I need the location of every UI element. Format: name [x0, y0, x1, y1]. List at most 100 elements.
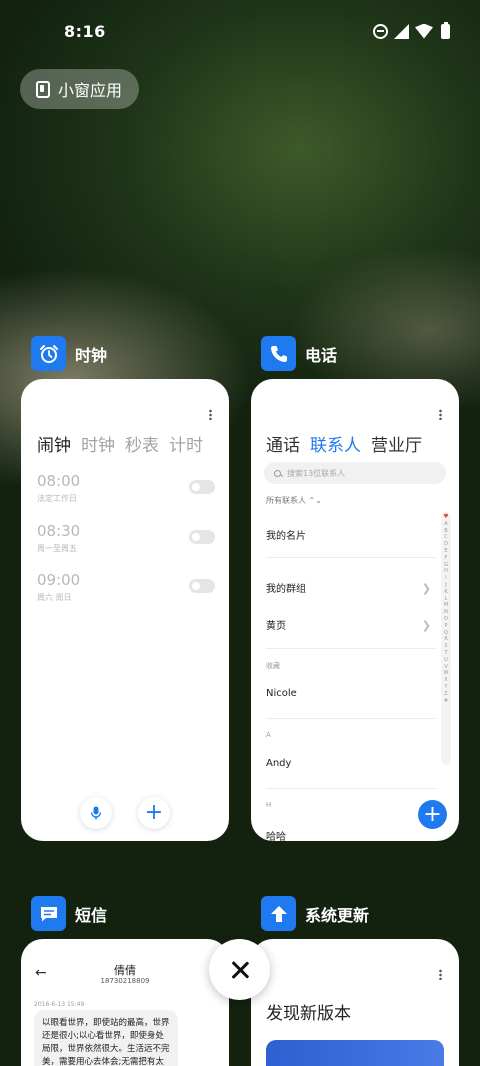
sms-app-card[interactable]: ← 倩倩 18730218809 2016-6-13 15:49 以眼看世界，即… — [21, 939, 229, 1066]
mini-window-icon — [36, 80, 50, 98]
yellow-pages-label: 黄页 — [266, 621, 286, 632]
alphabet-index-letter[interactable]: Q — [444, 630, 448, 637]
chevron-right-icon: ❯ — [421, 619, 431, 632]
update-banner — [266, 1040, 444, 1066]
status-icons — [373, 21, 450, 39]
alphabet-index-letter[interactable]: Y — [444, 684, 447, 691]
update-heading: 发现新版本 — [266, 1004, 351, 1024]
divider — [266, 788, 436, 789]
alarm-item[interactable]: 08:00 法定工作日 — [37, 472, 215, 504]
alphabet-index-letter[interactable]: # — [444, 698, 448, 705]
status-time: 8:16 — [64, 21, 106, 41]
tab-service-hall[interactable]: 营业厅 — [371, 431, 422, 456]
clock-app-icon — [31, 336, 66, 371]
chevron-right-icon: ❯ — [421, 582, 431, 595]
tab-clock[interactable]: 时钟 — [81, 431, 115, 456]
alarm-toggle[interactable] — [189, 579, 215, 593]
alphabet-index-letter[interactable]: W — [444, 670, 449, 677]
message-bubble[interactable]: 以眼看世界，即使站的最高，世界还是很小;以心看世界，即使身处局限，世界依然很大。… — [34, 1010, 178, 1066]
clear-all-button[interactable] — [209, 939, 270, 1000]
cellular-signal-icon — [394, 23, 409, 39]
wifi-icon — [415, 23, 433, 39]
clock-app-card[interactable]: 闹钟 时钟 秒表 计时 08:00 法定工作日 08:30 周一至周五 09:0… — [21, 379, 229, 841]
alphabet-index-letter[interactable]: J — [445, 582, 446, 589]
divider — [266, 648, 436, 649]
alarm-repeat: 周一至周五 — [37, 544, 77, 553]
contact-row[interactable]: 哈哈 — [266, 828, 431, 841]
update-app-card[interactable]: 发现新版本 — [251, 939, 459, 1066]
phone-app-title: 电话 — [305, 345, 338, 365]
search-placeholder: 搜索13位联系人 — [287, 468, 346, 478]
phone-handset-icon — [270, 345, 287, 362]
alphabet-index-letter[interactable]: R — [444, 636, 447, 643]
more-options-icon[interactable] — [439, 409, 442, 420]
alphabet-index-letter[interactable]: U — [444, 657, 448, 664]
tab-alarm[interactable]: 闹钟 — [37, 431, 71, 456]
add-alarm-button[interactable]: + — [138, 797, 170, 829]
alphabet-index-letter[interactable]: P — [444, 623, 447, 630]
conversation-contact-number: 18730218809 — [100, 977, 150, 985]
sms-app-title: 短信 — [75, 905, 108, 925]
update-app-header[interactable]: 系统更新 — [261, 896, 369, 931]
alphabet-index-letter[interactable]: K — [444, 589, 447, 596]
alphabet-index-letter[interactable]: B — [444, 528, 447, 535]
alphabet-index-letter[interactable]: ♥ — [443, 513, 448, 521]
alphabet-index-letter[interactable]: X — [444, 677, 447, 684]
status-bar: 8:16 — [0, 0, 480, 62]
arrow-up-icon — [270, 905, 287, 922]
alarm-item[interactable]: 09:00 周六 周日 — [37, 571, 215, 603]
alphabet-index-letter[interactable]: M — [444, 602, 448, 609]
tab-stopwatch[interactable]: 秒表 — [125, 431, 159, 456]
alarm-toggle[interactable] — [189, 480, 215, 494]
alphabet-index-letter[interactable]: G — [444, 562, 448, 569]
alarm-item[interactable]: 08:30 周一至周五 — [37, 522, 215, 554]
phone-app-icon — [261, 336, 296, 371]
contact-row[interactable]: Andy — [266, 758, 431, 769]
my-groups-label: 我的群组 — [266, 584, 306, 595]
contacts-search-input[interactable]: 搜索13位联系人 — [264, 462, 446, 484]
alphabet-index-letter[interactable]: T — [444, 650, 447, 657]
alphabet-index-letter[interactable]: D — [444, 541, 448, 548]
yellow-pages-row[interactable]: 黄页 ❯ — [266, 617, 431, 632]
contact-row[interactable]: Nicole — [266, 688, 431, 699]
section-header: H — [266, 801, 272, 809]
add-contact-button[interactable]: + — [418, 800, 447, 829]
tab-timer[interactable]: 计时 — [169, 431, 203, 456]
tab-contacts[interactable]: 联系人 — [310, 431, 361, 456]
phone-app-header[interactable]: 电话 — [261, 336, 337, 371]
clock-tabs: 闹钟 时钟 秒表 计时 — [37, 431, 203, 456]
alphabet-index-letter[interactable]: H — [444, 568, 448, 575]
sms-app-header[interactable]: 短信 — [31, 896, 107, 931]
alphabet-index-letter[interactable]: L — [445, 596, 448, 603]
mini-window-apps-button[interactable]: 小窗应用 — [20, 69, 139, 109]
voice-alarm-button[interactable] — [80, 797, 112, 829]
alphabet-index-letter[interactable]: A — [444, 521, 447, 528]
close-icon — [231, 961, 249, 979]
alphabet-index-letter[interactable]: V — [444, 664, 447, 671]
alarm-clock-icon — [39, 344, 58, 363]
alphabet-index-scrollbar[interactable]: ♥ A B C D E F G H I J K L M N O P Q R S T U V W X Y Z # — [441, 512, 451, 765]
phone-tabs: 通话 联系人 营业厅 — [266, 431, 422, 456]
message-timestamp: 2016-6-13 15:49 — [34, 1001, 85, 1008]
alphabet-index-letter[interactable]: C — [444, 534, 448, 541]
alarm-repeat: 法定工作日 — [37, 494, 77, 503]
alphabet-index-letter[interactable]: F — [445, 555, 448, 562]
more-options-icon[interactable] — [439, 969, 442, 980]
sms-app-icon — [31, 896, 66, 931]
alphabet-index-letter[interactable]: E — [444, 548, 447, 555]
alphabet-index-letter[interactable]: N — [444, 609, 448, 616]
contacts-filter-dropdown[interactable]: 所有联系人 ⌃⌄ — [266, 495, 322, 506]
alphabet-index-letter[interactable]: S — [444, 643, 447, 650]
alphabet-index-letter[interactable]: Z — [444, 691, 447, 698]
my-groups-row[interactable]: 我的群组 ❯ — [266, 580, 431, 595]
alarm-toggle[interactable] — [189, 530, 215, 544]
alphabet-index-letter[interactable]: I — [445, 575, 446, 582]
clock-app-header[interactable]: 时钟 — [31, 336, 107, 371]
alphabet-index-letter[interactable]: O — [444, 616, 448, 623]
phone-app-card[interactable]: 通话 联系人 营业厅 搜索13位联系人 所有联系人 ⌃⌄ 我的名片 我的群组 ❯… — [251, 379, 459, 841]
battery-icon — [441, 21, 450, 39]
tab-calls[interactable]: 通话 — [266, 431, 300, 456]
more-options-icon[interactable] — [209, 409, 212, 420]
my-card-row[interactable]: 我的名片 — [266, 527, 431, 542]
microphone-icon — [90, 806, 102, 820]
